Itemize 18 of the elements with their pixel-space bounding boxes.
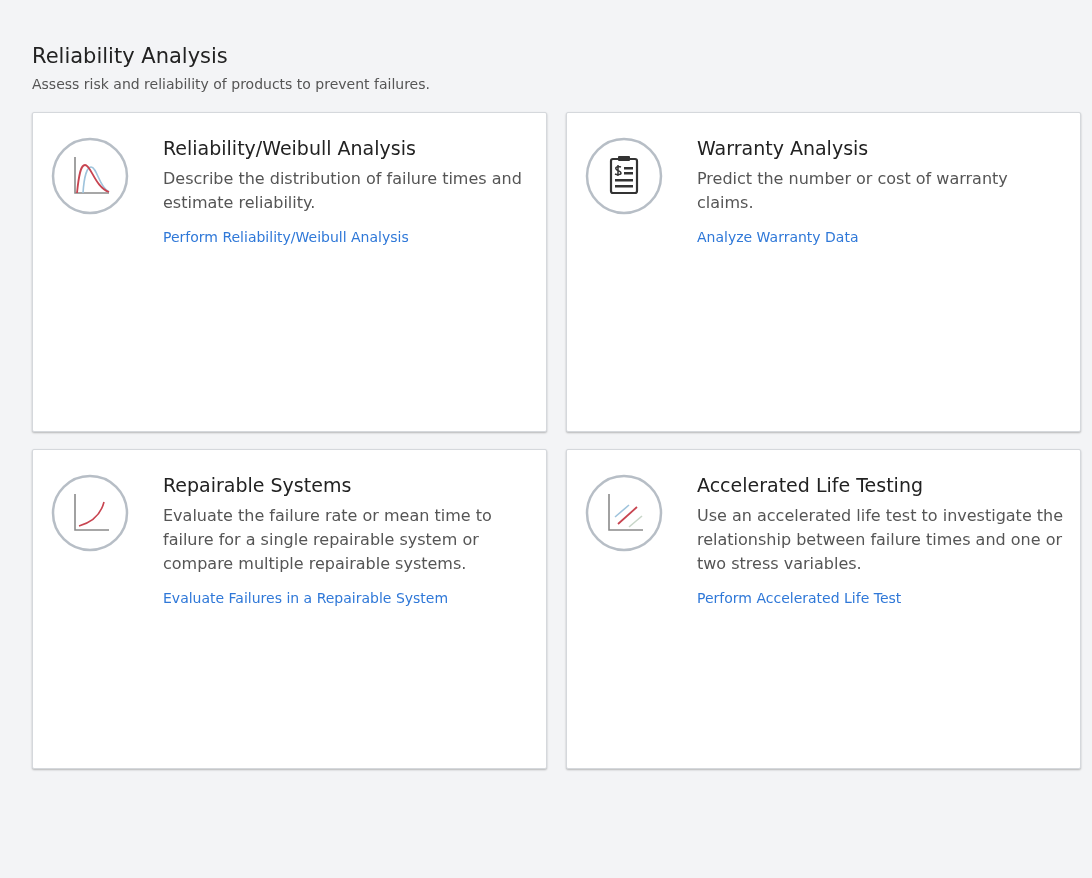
section-subtitle: Assess risk and reliability of products to prevent failures. <box>32 76 431 92</box>
distribution-chart-icon <box>51 137 129 215</box>
card-link[interactable]: Analyze Warranty Data <box>697 229 859 245</box>
card-title: Repairable Systems <box>163 474 352 496</box>
section-title: Reliability Analysis <box>32 44 229 68</box>
card-description: Describe the distribution of failure times and estimate reliability. <box>163 168 523 214</box>
clipboard-icon <box>585 137 663 215</box>
card-title: Reliability/Weibull Analysis <box>163 137 416 159</box>
card-link[interactable]: Perform Accelerated Life Test <box>697 590 902 606</box>
card-description: Evaluate the failure rate or mean time to failure for a single repairable system or compare multiple repairable systems. <box>163 505 493 575</box>
card-title: Accelerated Life Testing <box>697 474 923 496</box>
growth-curve-icon <box>51 474 129 552</box>
card-link[interactable]: Perform Reliability/Weibull Analysis <box>163 229 409 245</box>
card-description: Use an accelerated life test to investigate the relationship between failure times and one or two stress variables. <box>697 505 1064 575</box>
card-link[interactable]: Evaluate Failures in a Repairable System <box>163 590 449 606</box>
card-description: Predict the number or cost of warranty claims. <box>697 168 1009 214</box>
card-title: Warranty Analysis <box>697 137 869 159</box>
parallel-lines-icon <box>585 474 663 552</box>
